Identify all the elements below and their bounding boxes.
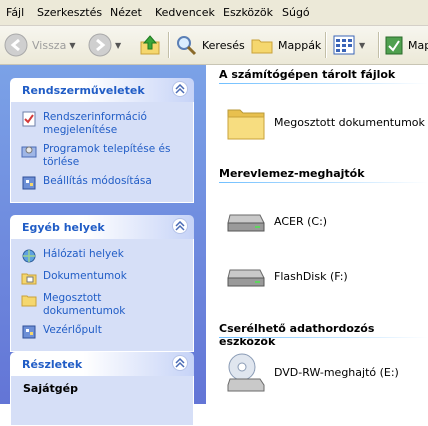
item-dvd-rw-e[interactable]: DVD-RW-meghajtó (E:) bbox=[226, 351, 399, 393]
system-tasks-title: Rendszerműveletek bbox=[22, 84, 145, 97]
menu-view[interactable]: Nézet bbox=[110, 6, 142, 19]
network-places-icon bbox=[22, 249, 36, 263]
menu-file[interactable]: Fájl bbox=[6, 6, 24, 19]
views-button[interactable]: ▼ bbox=[332, 29, 365, 61]
system-tasks-body: Rendszerinformáció megjelenítése Program… bbox=[10, 102, 194, 203]
other-places-body: Hálózati helyek Dokumentumok Megosztott … bbox=[10, 239, 194, 352]
shared-folder-icon bbox=[21, 295, 37, 307]
task-link-label: Programok telepítése és törlése bbox=[43, 143, 171, 168]
group-header-hard-drives: Merevlemez-meghajtók bbox=[219, 167, 365, 180]
menu-bar: Fájl Szerkesztés Nézet Kedvencek Eszközö… bbox=[0, 0, 428, 26]
back-dropdown-icon[interactable]: ▼ bbox=[69, 41, 75, 50]
up-folder-button[interactable] bbox=[138, 29, 162, 61]
place-link-documents[interactable]: Dokumentumok bbox=[11, 267, 193, 289]
group-header-stored-files: A számítógépen tárolt fájlok bbox=[219, 68, 396, 81]
control-panel-icon bbox=[22, 325, 36, 339]
map-drive-icon bbox=[385, 36, 403, 55]
task-link-label: Rendszerinformáció megjelenítése bbox=[43, 111, 147, 136]
task-pane: Rendszerműveletek Rendszerinformáció meg… bbox=[0, 65, 206, 426]
place-link-network[interactable]: Hálózati helyek bbox=[11, 245, 193, 267]
views-dropdown-icon[interactable]: ▼ bbox=[359, 41, 365, 50]
place-link-shared-documents[interactable]: Megosztott dokumentumok bbox=[11, 289, 193, 321]
toolbar-separator bbox=[378, 32, 380, 58]
other-places-panel: Egyéb helyek Hálózati helyek Dokumentumo… bbox=[10, 215, 194, 352]
task-link-system-info[interactable]: Rendszerinformáció megjelenítése bbox=[11, 108, 193, 140]
search-button[interactable]: Keresés bbox=[174, 29, 245, 61]
other-places-title: Egyéb helyek bbox=[22, 221, 105, 234]
collapse-icon[interactable] bbox=[172, 218, 188, 234]
back-label: Vissza bbox=[32, 38, 67, 52]
place-link-label: Megosztott dokumentumok bbox=[43, 292, 126, 317]
item-shared-documents[interactable]: Megosztott dokumentumok bbox=[226, 103, 425, 141]
details-panel: Részletek Sajátgép bbox=[10, 352, 194, 426]
place-link-label: Vezérlőpult bbox=[43, 324, 102, 336]
folders-label: Mappák bbox=[278, 38, 322, 52]
folders-button[interactable]: Mappák bbox=[250, 29, 321, 61]
item-label: FlashDisk (F:) bbox=[274, 269, 348, 283]
control-panel-icon bbox=[22, 176, 36, 190]
task-link-change-setting[interactable]: Beállítás módosítása bbox=[11, 172, 193, 194]
forward-dropdown-icon[interactable]: ▼ bbox=[115, 41, 121, 50]
views-icon bbox=[333, 35, 355, 55]
map-drive-label: Map bbox=[408, 38, 428, 52]
details-header[interactable]: Részletek bbox=[10, 352, 194, 376]
toolbar-separator bbox=[168, 32, 170, 58]
item-label: DVD-RW-meghajtó (E:) bbox=[274, 365, 399, 379]
system-tasks-panel: Rendszerműveletek Rendszerinformáció meg… bbox=[10, 78, 194, 203]
other-places-header[interactable]: Egyéb helyek bbox=[10, 215, 194, 239]
place-link-label: Hálózati helyek bbox=[43, 248, 124, 260]
item-drive-acer-c[interactable]: ACER (C:) bbox=[226, 205, 327, 237]
map-drive-button[interactable]: Map bbox=[384, 29, 428, 61]
add-remove-programs-icon bbox=[21, 146, 37, 158]
menu-help[interactable]: Súgó bbox=[282, 6, 310, 19]
place-link-label: Dokumentumok bbox=[43, 270, 127, 282]
item-label: Megosztott dokumentumok bbox=[274, 115, 425, 129]
toolbar-separator bbox=[325, 32, 327, 58]
item-label: ACER (C:) bbox=[274, 214, 328, 228]
place-link-control-panel[interactable]: Vezérlőpult bbox=[11, 321, 193, 343]
details-item-name: Sajátgép bbox=[23, 382, 79, 395]
group-divider bbox=[219, 182, 428, 183]
hard-drive-icon bbox=[227, 214, 265, 232]
item-drive-flashdisk-f[interactable]: FlashDisk (F:) bbox=[226, 260, 348, 292]
folder-icon bbox=[227, 109, 265, 140]
back-arrow-icon bbox=[4, 33, 28, 57]
menu-favorites[interactable]: Kedvencek bbox=[155, 6, 215, 19]
forward-button[interactable]: ▼ bbox=[88, 29, 121, 61]
dvd-drive-icon bbox=[227, 353, 265, 392]
content-area: A számítógépen tárolt fájlok Megosztott … bbox=[206, 65, 428, 404]
folders-icon bbox=[251, 39, 273, 54]
collapse-icon[interactable] bbox=[172, 81, 188, 97]
hard-drive-icon bbox=[227, 269, 265, 287]
system-tasks-header[interactable]: Rendszerműveletek bbox=[10, 78, 194, 102]
toolbar: Vissza ▼ ▼ Keresés Mappák ▼ Map bbox=[0, 26, 428, 65]
collapse-icon[interactable] bbox=[172, 355, 188, 371]
up-folder-icon bbox=[140, 35, 160, 55]
forward-arrow-icon bbox=[88, 33, 112, 57]
task-link-add-remove-programs[interactable]: Programok telepítése és törlése bbox=[11, 140, 193, 172]
group-divider bbox=[219, 337, 428, 338]
details-body: Sajátgép bbox=[10, 376, 194, 426]
group-divider bbox=[219, 83, 428, 84]
details-title: Részletek bbox=[22, 358, 83, 371]
documents-folder-icon bbox=[21, 273, 37, 285]
task-link-label: Beállítás módosítása bbox=[43, 175, 152, 187]
search-label: Keresés bbox=[202, 38, 245, 52]
menu-edit[interactable]: Szerkesztés bbox=[37, 6, 102, 19]
search-icon bbox=[177, 36, 197, 56]
menu-tools[interactable]: Eszközök bbox=[223, 6, 273, 19]
group-header-removable: Cserélhető adathordozós eszközök bbox=[219, 322, 375, 348]
system-info-icon bbox=[22, 111, 36, 127]
back-button[interactable]: Vissza ▼ bbox=[4, 29, 75, 61]
